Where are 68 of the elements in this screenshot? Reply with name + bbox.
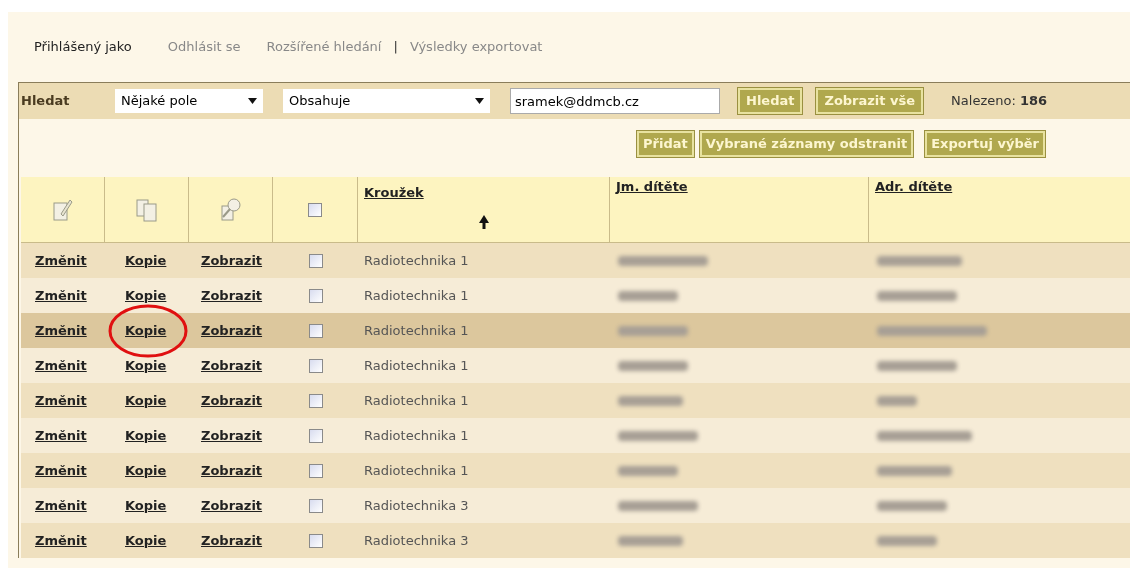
- blurred-text: [618, 465, 678, 476]
- blurred-text: [618, 395, 683, 406]
- club-cell-text: Radiotechnika 1: [364, 321, 469, 340]
- edit-link[interactable]: Změnit: [35, 425, 87, 446]
- edit-link[interactable]: Změnit: [35, 460, 87, 481]
- dropdown-arrow-icon: [475, 98, 484, 104]
- edit-link[interactable]: Změnit: [35, 320, 87, 341]
- checkbox[interactable]: [308, 498, 323, 513]
- checkbox[interactable]: [308, 288, 323, 303]
- field-select[interactable]: Nějaké pole: [115, 89, 263, 113]
- club-cell-text: Radiotechnika 1: [364, 251, 469, 270]
- checkbox[interactable]: [308, 253, 323, 268]
- checkbox[interactable]: [308, 533, 323, 548]
- copy-link[interactable]: Kopie: [125, 460, 167, 481]
- edit-link[interactable]: Změnit: [35, 285, 87, 306]
- view-link[interactable]: Zobrazit: [201, 425, 263, 446]
- checkbox[interactable]: [308, 428, 323, 443]
- blurred-text: [618, 360, 688, 371]
- copy-link[interactable]: Kopie: [125, 530, 167, 551]
- club-cell-text: Radiotechnika 1: [364, 356, 469, 375]
- copy-pages-icon: [134, 196, 159, 223]
- search-label: Hledat: [21, 92, 71, 111]
- edit-link[interactable]: Změnit: [35, 495, 87, 516]
- separator: |: [393, 38, 398, 57]
- club-cell-text: Radiotechnika 1: [364, 286, 469, 305]
- view-link[interactable]: Zobrazit: [201, 530, 263, 551]
- blurred-text: [618, 290, 678, 301]
- blurred-text: [618, 325, 688, 336]
- dropdown-arrow-icon: [248, 98, 257, 104]
- blurred-text: [877, 535, 937, 546]
- view-link[interactable]: Zobrazit: [201, 355, 263, 376]
- column-header[interactable]: Kroužek: [364, 183, 424, 203]
- results-count: Nalezeno: 186: [951, 92, 1048, 111]
- club-cell-text: Radiotechnika 1: [364, 461, 469, 480]
- view-link[interactable]: Zobrazit: [201, 320, 263, 341]
- view-link[interactable]: Zobrazit: [201, 495, 263, 516]
- copy-link[interactable]: Kopie: [125, 355, 167, 376]
- copy-link[interactable]: Kopie: [125, 250, 167, 271]
- magnifier-icon: [218, 196, 243, 223]
- view-link[interactable]: Zobrazit: [201, 250, 263, 271]
- blurred-text: [877, 500, 947, 511]
- checkbox[interactable]: [308, 358, 323, 373]
- copy-link[interactable]: Kopie: [125, 425, 167, 446]
- search-field[interactable]: sramek@ddmcb.cz: [510, 88, 720, 114]
- checkbox[interactable]: [308, 393, 323, 408]
- logged-in-label: Přihlášený jako: [34, 38, 132, 57]
- operator-select[interactable]: Obsahuje: [283, 89, 490, 113]
- edit-link[interactable]: Změnit: [35, 390, 87, 411]
- club-cell-text: Radiotechnika 3: [364, 496, 469, 515]
- checkbox[interactable]: [308, 202, 322, 217]
- copy-link[interactable]: Kopie: [125, 285, 167, 306]
- view-link[interactable]: Zobrazit: [201, 390, 263, 411]
- checkbox[interactable]: [308, 463, 323, 478]
- column-header[interactable]: Adr. dítěte: [875, 177, 953, 197]
- edit-link[interactable]: Změnit: [35, 250, 87, 271]
- club-cell-text: Radiotechnika 3: [364, 531, 469, 550]
- view-link[interactable]: Zobrazit: [201, 285, 263, 306]
- view-link[interactable]: Zobrazit: [201, 460, 263, 481]
- checkbox[interactable]: [308, 323, 323, 338]
- column-header[interactable]: Jm. dítěte: [616, 177, 688, 197]
- edit-link[interactable]: Změnit: [35, 530, 87, 551]
- blurred-text: [877, 395, 917, 406]
- club-cell-text: Radiotechnika 1: [364, 391, 469, 410]
- blurred-text: [618, 535, 683, 546]
- edit-link[interactable]: Změnit: [35, 355, 87, 376]
- club-cell-text: Radiotechnika 1: [364, 426, 469, 445]
- copy-link[interactable]: Kopie: [125, 495, 167, 516]
- copy-link[interactable]: Kopie: [125, 390, 167, 411]
